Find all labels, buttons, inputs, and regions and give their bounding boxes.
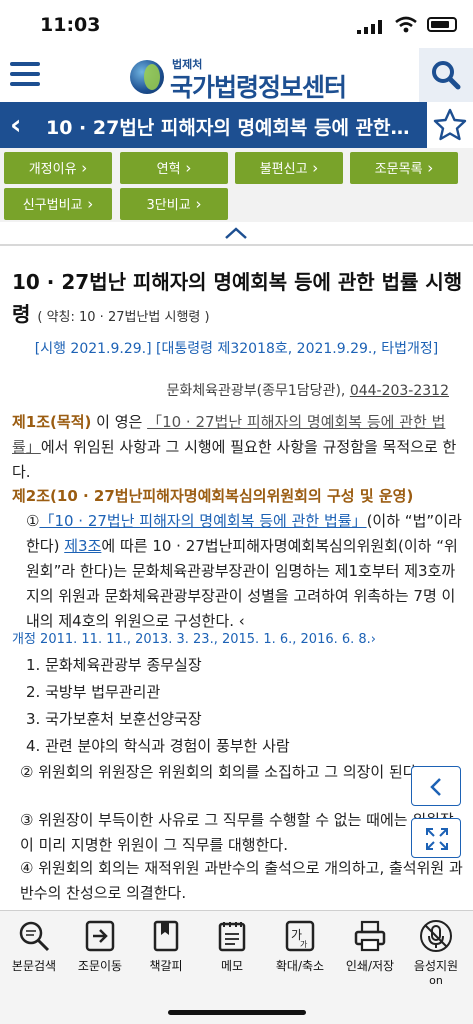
enforcement-info: [시행 2021.9.29.] [대통령령 제32018호, 2021.9.29… — [34, 341, 439, 357]
list-item: 3. 국가보훈처 보훈선양국장 — [26, 710, 202, 728]
body-search-button[interactable]: 본문검색 — [2, 919, 66, 989]
expand-arrows-icon — [426, 828, 448, 850]
article-2-paragraph-1: ①「10 · 27법난 피해자의 명예회복 등에 관한 법률」(이하 “법”이라… — [26, 509, 466, 634]
toolbar-label: 확대/축소 — [275, 959, 325, 973]
search-icon — [432, 61, 461, 90]
list-item: 1. 문화체육관광부 종무실장 — [26, 656, 202, 674]
back-chevron-icon[interactable]: ‹ — [10, 108, 22, 141]
battery-icon — [427, 17, 457, 32]
bookmark-button[interactable]: 책갈피 — [134, 919, 198, 989]
law-body: 10 · 27법난 피해자의 명예회복 등에 관한 법률 시행령 ( 약칭: 1… — [0, 246, 473, 910]
app-header: 법제처 국가법령정보센터 — [0, 48, 473, 102]
voice-status: on — [429, 974, 443, 987]
tab-revision-reason[interactable]: 개정이유 — [4, 152, 112, 184]
law-function-buttons: 개정이유 연혁 불편신고 조문목록 신구법비교 3단비교 — [0, 148, 473, 222]
bottom-toolbar: 본문검색 조문이동 책갈피 메모 가 가 확대/축소 인쇄/저장 음성지원 on — [0, 910, 473, 1024]
law-abbreviation: ( 약칭: 10 · 27법난법 시행령 ) — [37, 310, 210, 325]
printer-icon — [354, 920, 386, 952]
revision-dates: 개정 2011. 11. 11., 2013. 3. 23., 2015. 1.… — [12, 632, 377, 647]
home-indicator — [168, 1010, 306, 1015]
tab-three-level-compare[interactable]: 3단비교 — [120, 188, 228, 220]
law-title: 10 · 27법난 피해자의 명예회복 등에 관한 법률 시행령 ( 약칭: 1… — [12, 266, 464, 334]
ministry-info: 문화체육관광부(종무1담당관), 044-203-2312 — [167, 380, 449, 400]
ministry-name: 문화체육관광부(종무1담당관), — [166, 383, 346, 399]
law-reference-link[interactable]: 「10 · 27법난 피해자의 명예회복 등에 관한 법률」 — [39, 512, 366, 530]
article-1: 제1조(목적) 이 영은 「10 · 27법난 피해자의 명예회복 등에 관한 … — [12, 410, 464, 485]
star-icon — [433, 108, 467, 141]
clock: 11:03 — [40, 14, 101, 36]
article-heading: 제1조(목적) — [12, 413, 92, 431]
toolbar-label: 책갈피 — [149, 959, 183, 973]
previous-article-button[interactable] — [411, 766, 461, 806]
svg-text:가: 가 — [300, 940, 308, 949]
chevron-left-icon — [430, 778, 441, 796]
article-reference-link[interactable]: 제3조 — [64, 537, 101, 555]
cellular-signal-icon — [357, 20, 382, 34]
titlebar-title: 10 · 27법난 피해자의 명예회복 등에 관한… — [46, 117, 410, 139]
ministry-phone[interactable]: 044-203-2312 — [350, 383, 449, 399]
tab-history[interactable]: 연혁 — [120, 152, 228, 184]
article-2-paragraph-3: ③ 위원장이 부득이한 사유로 그 직무를 수행할 수 없는 때에는 위원장이 … — [20, 811, 454, 854]
wifi-icon — [395, 16, 417, 33]
status-bar: 11:03 — [0, 0, 473, 48]
toolbar-label: 본문검색 — [11, 959, 57, 973]
zoom-button[interactable]: 가 가 확대/축소 — [268, 919, 332, 989]
toolbar-label: 인쇄/저장 — [345, 959, 395, 973]
article-2-paragraph-2: ② 위원회의 위원장은 위원회의 회의를 소집하고 그 의장이 된다. — [20, 763, 422, 781]
memo-icon — [218, 922, 246, 952]
memo-button[interactable]: 메모 — [200, 919, 264, 989]
chevron-up-icon — [225, 227, 247, 239]
list-item: 4. 관련 분야의 학식과 경험이 풍부한 사람 — [26, 737, 290, 755]
toolbar-label: 메모 — [220, 959, 244, 973]
tab-complaint[interactable]: 불편신고 — [235, 152, 343, 184]
law-title-bar: ‹ 10 · 27법난 피해자의 명예회복 등에 관한… — [0, 102, 473, 148]
zoom-text-icon: 가 가 — [285, 920, 315, 952]
tab-old-new-compare[interactable]: 신구법비교 — [4, 188, 112, 220]
logo-mark-icon — [130, 60, 164, 94]
article-text: 에서 위임된 사항과 그 시행에 필요한 사항을 규정함을 목적으로 한다. — [12, 438, 457, 481]
search-button[interactable] — [419, 48, 473, 102]
expand-view-button[interactable] — [411, 818, 461, 858]
toolbar-label: 음성지원 — [413, 959, 459, 973]
jump-arrow-icon — [85, 920, 115, 952]
menu-icon[interactable] — [10, 62, 40, 88]
toolbar-label: 조문이동 — [77, 959, 123, 973]
article-2-heading: 제2조(10 · 27법난피해자명예회복심의위원회의 구성 및 운영) — [12, 484, 464, 509]
mic-muted-icon — [420, 920, 452, 952]
article-2-paragraph-4: ④ 위원회의 회의는 재적위원 과반수의 출석으로 개의하고, 출석위원 과반수… — [20, 859, 463, 902]
article-text: 이 영은 — [91, 413, 148, 431]
favorite-button[interactable] — [427, 102, 473, 148]
tab-article-list[interactable]: 조문목록 — [350, 152, 458, 184]
voice-support-button[interactable]: 음성지원 on — [404, 919, 468, 989]
collapse-buttons-toggle[interactable] — [0, 222, 473, 244]
magnifier-icon — [19, 921, 50, 952]
logo-org-name: 국가법령정보센터 — [170, 73, 347, 102]
list-item: 2. 국방부 법무관리관 — [26, 683, 161, 701]
article-heading: 제2조(10 · 27법난피해자명예회복심의위원회의 구성 및 운영) — [12, 487, 414, 505]
print-save-button[interactable]: 인쇄/저장 — [338, 919, 402, 989]
bookmark-icon — [153, 920, 179, 952]
article-jump-button[interactable]: 조문이동 — [68, 919, 132, 989]
paragraph-mark: ① — [26, 512, 40, 530]
